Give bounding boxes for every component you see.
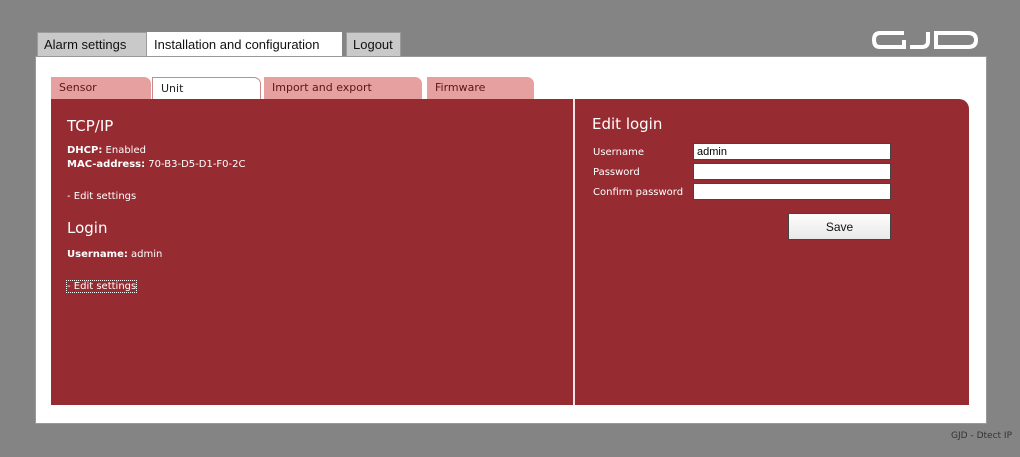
save-button[interactable]: Save <box>788 213 891 240</box>
edit-login-heading: Edit login <box>592 115 663 133</box>
tab-installation-and-configuration[interactable]: Installation and configuration <box>147 32 342 57</box>
dhcp-value: Enabled <box>105 145 146 156</box>
tab-import-export-settings[interactable]: Import and export settings <box>264 77 422 116</box>
confirm-password-field-label: Confirm password <box>593 187 684 198</box>
dhcp-label: DHCP: <box>67 145 103 156</box>
password-field-label: Password <box>593 167 640 178</box>
password-input[interactable] <box>693 163 891 180</box>
login-heading: Login <box>67 219 108 237</box>
dhcp-status: DHCP: Enabled <box>67 145 146 156</box>
tab-alarm-settings[interactable]: Alarm settings <box>37 32 147 56</box>
mac-value: 70-B3-D5-D1-F0-2C <box>148 159 246 170</box>
tab-unit-configuration[interactable]: Unit configuration <box>152 77 261 117</box>
edit-login-settings-link[interactable]: - Edit settings <box>65 280 138 293</box>
confirm-password-input[interactable] <box>693 183 891 200</box>
login-username-value: admin <box>131 249 163 260</box>
top-navigation: Alarm settings Installation and configur… <box>0 0 1020 57</box>
login-username-label: Username: <box>67 249 128 260</box>
tab-sensor-settings[interactable]: Sensor settings <box>51 77 151 116</box>
footer-text: GJD - Dtect IP <box>951 431 1012 441</box>
username-input[interactable] <box>693 143 891 160</box>
edit-tcpip-settings-link[interactable]: - Edit settings <box>67 191 136 202</box>
tab-logout[interactable]: Logout <box>346 32 401 56</box>
mac-address: MAC-address: 70-B3-D5-D1-F0-2C <box>67 159 246 170</box>
mac-label: MAC-address: <box>67 159 146 170</box>
gjd-logo <box>871 31 979 49</box>
tcpip-heading: TCP/IP <box>67 117 114 135</box>
username-field-label: Username <box>593 147 644 158</box>
tab-firmware-update[interactable]: Firmware update <box>427 77 534 116</box>
login-username: Username: admin <box>67 249 162 260</box>
